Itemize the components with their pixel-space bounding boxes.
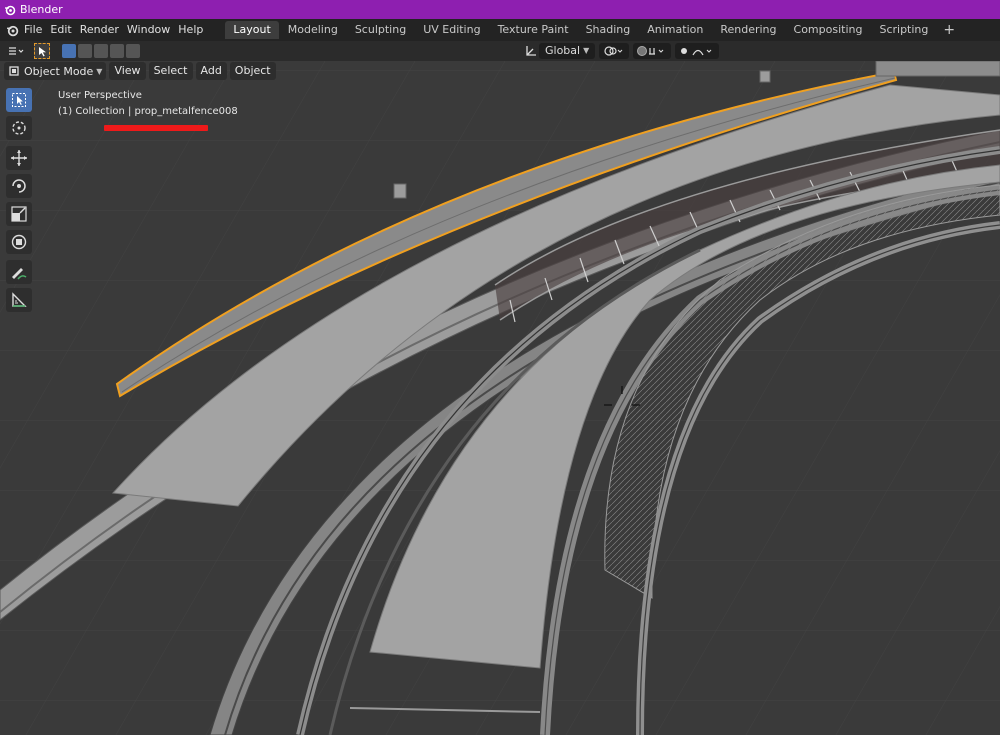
orientation-icon <box>523 43 539 59</box>
red-annotation-mark <box>104 125 208 131</box>
window-title: Blender <box>20 3 63 16</box>
select-box-icon[interactable] <box>6 88 32 112</box>
viewport-menu-add[interactable]: Add <box>195 62 227 80</box>
blender-menu-icon[interactable] <box>0 24 24 37</box>
tab-shading[interactable]: Shading <box>578 21 639 39</box>
object-mode-label: Object Mode <box>24 64 94 78</box>
orientation-dropdown[interactable]: Global ▼ <box>539 43 596 59</box>
transform-settings: Global ▼ <box>523 43 720 59</box>
measure-icon[interactable] <box>6 288 32 312</box>
title-bar: Blender <box>0 0 1000 19</box>
orientation-label: Global <box>545 44 581 57</box>
chevron-down-icon: ▼ <box>583 46 590 55</box>
viewport-menu-select[interactable]: Select <box>148 62 193 80</box>
selection-mode-group <box>62 44 142 58</box>
scene-render <box>0 61 1000 735</box>
tool-shelf <box>6 88 34 316</box>
pivot-point-icon[interactable] <box>599 43 630 59</box>
move-icon[interactable] <box>6 146 32 170</box>
view-name-label: User Perspective <box>58 90 142 101</box>
viewport-menu-view[interactable]: View <box>109 62 146 80</box>
annotate-icon[interactable] <box>6 260 32 284</box>
select-mode-icon[interactable] <box>34 43 50 59</box>
tab-compositing[interactable]: Compositing <box>786 21 871 39</box>
mode-subtract-icon[interactable] <box>94 44 108 58</box>
menu-edit[interactable]: Edit <box>50 19 79 41</box>
proportional-editing-icon[interactable] <box>675 43 720 59</box>
tab-modeling[interactable]: Modeling <box>280 21 346 39</box>
transform-icon[interactable] <box>6 230 32 254</box>
tab-layout[interactable]: Layout <box>225 21 279 39</box>
menu-window[interactable]: Window <box>127 19 178 41</box>
tab-rendering[interactable]: Rendering <box>712 21 784 39</box>
tool-settings-header: Global ▼ <box>0 41 1000 61</box>
chevron-down-icon: ▼ <box>96 66 103 76</box>
tab-uv-editing[interactable]: UV Editing <box>415 21 488 39</box>
tab-texture-paint[interactable]: Texture Paint <box>490 21 577 39</box>
tab-sculpting[interactable]: Sculpting <box>347 21 414 39</box>
editor-type-icon[interactable] <box>8 43 26 59</box>
object-mode-dropdown[interactable]: Object Mode ▼ <box>4 62 107 80</box>
mode-intersect-icon[interactable] <box>126 44 140 58</box>
viewport-menu-object[interactable]: Object <box>229 62 276 80</box>
add-workspace-icon[interactable]: + <box>937 22 961 38</box>
menu-file[interactable]: File <box>24 19 50 41</box>
top-menu-bar: File Edit Render Window Help Layout Mode… <box>0 19 1000 41</box>
3d-viewport[interactable] <box>0 61 1000 735</box>
mode-invert-icon[interactable] <box>110 44 124 58</box>
object-mode-icon <box>9 66 19 76</box>
collection-label: (1) Collection | prop_metalfence008 <box>58 106 238 117</box>
rotate-icon[interactable] <box>6 174 32 198</box>
tab-scripting[interactable]: Scripting <box>871 21 936 39</box>
viewport-header: Object Mode ▼ View Select Add Object <box>0 61 1000 81</box>
workspace-tabs: Layout Modeling Sculpting UV Editing Tex… <box>225 19 961 41</box>
blender-logo-icon <box>2 0 18 19</box>
snap-icon[interactable] <box>633 43 672 59</box>
viewport-info-overlay: User Perspective (1) Collection | prop_m… <box>58 88 238 120</box>
scale-icon[interactable] <box>6 202 32 226</box>
mode-set-icon[interactable] <box>62 44 76 58</box>
cursor-icon[interactable] <box>6 116 32 140</box>
tab-animation[interactable]: Animation <box>639 21 711 39</box>
menu-help[interactable]: Help <box>178 19 211 41</box>
mode-extend-icon[interactable] <box>78 44 92 58</box>
menu-render[interactable]: Render <box>80 19 127 41</box>
